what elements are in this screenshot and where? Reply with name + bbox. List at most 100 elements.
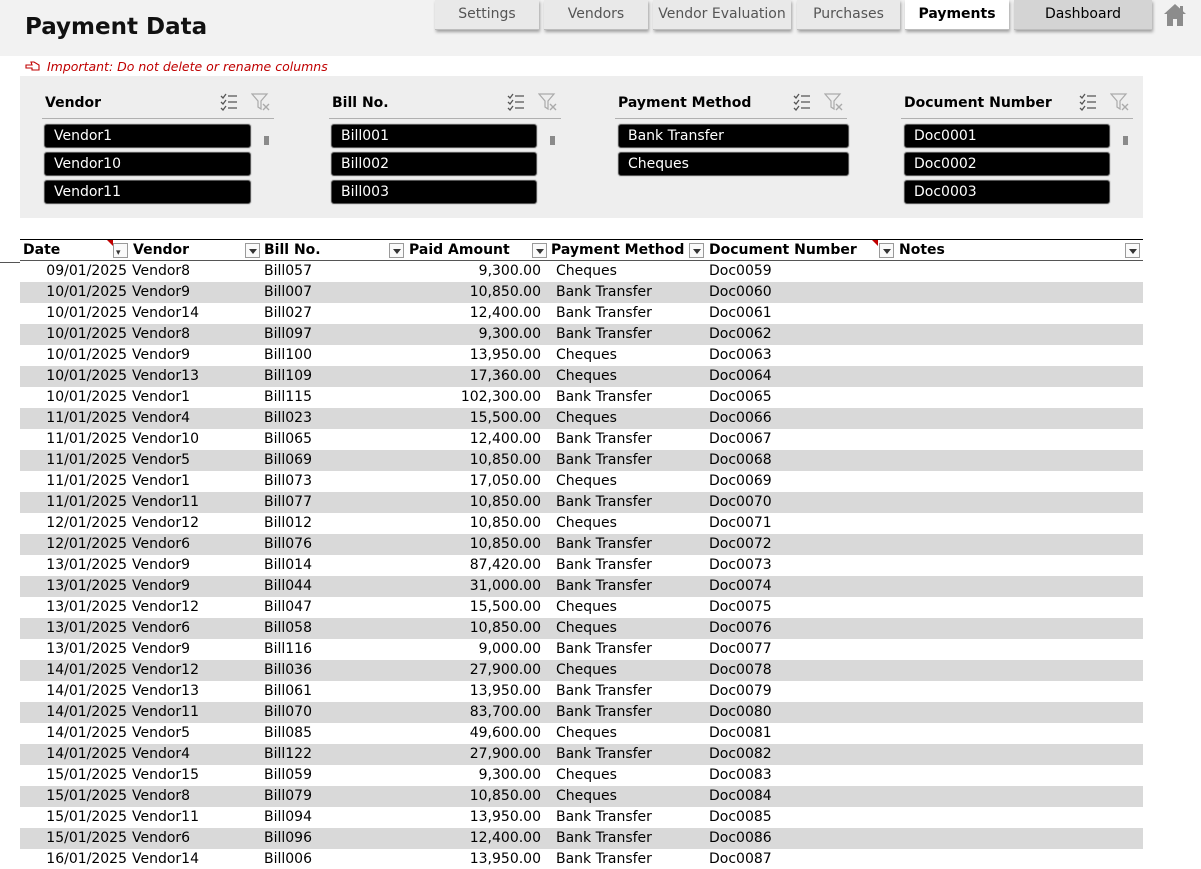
cell-vendor[interactable]: Vendor8 xyxy=(132,326,190,342)
cell-bill[interactable]: Bill094 xyxy=(264,809,312,825)
cell-payment-method[interactable]: Bank Transfer xyxy=(556,746,652,762)
cell-vendor[interactable]: Vendor9 xyxy=(132,284,190,300)
cell-notes[interactable] xyxy=(899,662,1139,679)
cell-paid-amount[interactable]: 27,900.00 xyxy=(400,662,541,678)
cell-vendor[interactable]: Vendor13 xyxy=(132,368,199,384)
cell-notes[interactable] xyxy=(899,788,1139,805)
table-row[interactable]: 11/01/2025 Vendor10 Bill065 12,400.00 Bank T… xyxy=(20,429,1143,450)
cell-payment-method[interactable]: Cheques xyxy=(556,347,617,363)
slicer-scrollbar[interactable] xyxy=(264,136,269,145)
slicer-scrollbar[interactable] xyxy=(1123,136,1128,145)
cell-paid-amount[interactable]: 49,600.00 xyxy=(400,725,541,741)
cell-payment-method[interactable]: Cheques xyxy=(556,662,617,678)
nav-payments-button[interactable]: Payments xyxy=(905,0,1009,30)
cell-paid-amount[interactable]: 87,420.00 xyxy=(400,557,541,573)
cell-date[interactable]: 15/01/2025 xyxy=(20,830,127,846)
cell-document-number[interactable]: Doc0059 xyxy=(709,263,772,279)
cell-document-number[interactable]: Doc0084 xyxy=(709,788,772,804)
cell-document-number[interactable]: Doc0074 xyxy=(709,578,772,594)
cell-document-number[interactable]: Doc0083 xyxy=(709,767,772,783)
cell-bill[interactable]: Bill073 xyxy=(264,473,312,489)
cell-date[interactable]: 10/01/2025 xyxy=(20,347,127,363)
cell-date[interactable]: 11/01/2025 xyxy=(20,452,127,468)
cell-notes[interactable] xyxy=(899,830,1139,847)
cell-date[interactable]: 14/01/2025 xyxy=(20,746,127,762)
table-row[interactable]: 14/01/2025 Vendor4 Bill122 27,900.00 Bank Tr… xyxy=(20,744,1143,765)
cell-vendor[interactable]: Vendor8 xyxy=(132,788,190,804)
cell-paid-amount[interactable]: 83,700.00 xyxy=(400,704,541,720)
cell-date[interactable]: 11/01/2025 xyxy=(20,410,127,426)
multi-select-icon[interactable] xyxy=(1078,92,1098,112)
cell-bill[interactable]: Bill059 xyxy=(264,767,312,783)
cell-bill[interactable]: Bill077 xyxy=(264,494,312,510)
cell-payment-method[interactable]: Cheques xyxy=(556,473,617,489)
cell-bill[interactable]: Bill076 xyxy=(264,536,312,552)
cell-paid-amount[interactable]: 12,400.00 xyxy=(400,431,541,447)
cell-document-number[interactable]: Doc0064 xyxy=(709,368,772,384)
table-row[interactable]: 11/01/2025 Vendor4 Bill023 15,500.00 Cheques… xyxy=(20,408,1143,429)
date-filter-dropdown[interactable] xyxy=(113,243,128,258)
nav-vendor-evaluation-button[interactable]: Vendor Evaluation xyxy=(653,0,791,30)
cell-vendor[interactable]: Vendor9 xyxy=(132,347,190,363)
cell-document-number[interactable]: Doc0069 xyxy=(709,473,772,489)
table-row[interactable]: 15/01/2025 Vendor6 Bill096 12,400.00 Bank Tr… xyxy=(20,828,1143,849)
cell-notes[interactable] xyxy=(899,389,1139,406)
cell-date[interactable]: 13/01/2025 xyxy=(20,599,127,615)
cell-paid-amount[interactable]: 10,850.00 xyxy=(400,620,541,636)
table-row[interactable]: 12/01/2025 Vendor12 Bill012 10,850.00 Cheque… xyxy=(20,513,1143,534)
cell-bill[interactable]: Bill007 xyxy=(264,284,312,300)
cell-notes[interactable] xyxy=(899,599,1139,616)
cell-document-number[interactable]: Doc0086 xyxy=(709,830,772,846)
cell-payment-method[interactable]: Bank Transfer xyxy=(556,494,652,510)
table-row[interactable]: 15/01/2025 Vendor8 Bill079 10,850.00 Cheques… xyxy=(20,786,1143,807)
cell-vendor[interactable]: Vendor5 xyxy=(132,725,190,741)
cell-document-number[interactable]: Doc0078 xyxy=(709,662,772,678)
cell-notes[interactable] xyxy=(899,452,1139,469)
multi-select-icon[interactable] xyxy=(219,92,239,112)
cell-document-number[interactable]: Doc0081 xyxy=(709,725,772,741)
cell-vendor[interactable]: Vendor9 xyxy=(132,578,190,594)
cell-date[interactable]: 13/01/2025 xyxy=(20,620,127,636)
table-row[interactable]: 14/01/2025 Vendor12 Bill036 27,900.00 Cheque… xyxy=(20,660,1143,681)
cell-notes[interactable] xyxy=(899,704,1139,721)
table-row[interactable]: 10/01/2025 Vendor13 Bill109 17,360.00 Cheque… xyxy=(20,366,1143,387)
cell-notes[interactable] xyxy=(899,515,1139,532)
cell-payment-method[interactable]: Cheques xyxy=(556,620,617,636)
cell-bill[interactable]: Bill044 xyxy=(264,578,312,594)
cell-notes[interactable] xyxy=(899,284,1139,301)
cell-vendor[interactable]: Vendor9 xyxy=(132,557,190,573)
cell-vendor[interactable]: Vendor12 xyxy=(132,599,199,615)
cell-date[interactable]: 12/01/2025 xyxy=(20,515,127,531)
cell-payment-method[interactable]: Bank Transfer xyxy=(556,641,652,657)
notes-filter-dropdown[interactable] xyxy=(1125,243,1140,258)
cell-bill[interactable]: Bill122 xyxy=(264,746,312,762)
cell-paid-amount[interactable]: 13,950.00 xyxy=(400,347,541,363)
table-row[interactable]: 11/01/2025 Vendor11 Bill077 10,850.00 Bank T… xyxy=(20,492,1143,513)
cell-notes[interactable] xyxy=(899,494,1139,511)
cell-bill[interactable]: Bill012 xyxy=(264,515,312,531)
clear-filter-icon[interactable] xyxy=(538,92,558,112)
table-row[interactable]: 14/01/2025 Vendor13 Bill061 13,950.00 Bank T… xyxy=(20,681,1143,702)
cell-document-number[interactable]: Doc0087 xyxy=(709,851,772,867)
cell-bill[interactable]: Bill047 xyxy=(264,599,312,615)
cell-bill[interactable]: Bill079 xyxy=(264,788,312,804)
cell-bill[interactable]: Bill116 xyxy=(264,641,312,657)
cell-paid-amount[interactable]: 13,950.00 xyxy=(400,851,541,867)
cell-date[interactable]: 10/01/2025 xyxy=(20,305,127,321)
cell-payment-method[interactable]: Bank Transfer xyxy=(556,431,652,447)
cell-paid-amount[interactable]: 9,300.00 xyxy=(400,263,541,279)
cell-bill[interactable]: Bill097 xyxy=(264,326,312,342)
cell-bill[interactable]: Bill096 xyxy=(264,830,312,846)
cell-date[interactable]: 10/01/2025 xyxy=(20,368,127,384)
cell-vendor[interactable]: Vendor11 xyxy=(132,704,199,720)
cell-notes[interactable] xyxy=(899,767,1139,784)
slicer-item[interactable]: Doc0002 xyxy=(904,152,1110,176)
cell-notes[interactable] xyxy=(899,473,1139,490)
cell-date[interactable]: 11/01/2025 xyxy=(20,494,127,510)
cell-document-number[interactable]: Doc0082 xyxy=(709,746,772,762)
cell-payment-method[interactable]: Cheques xyxy=(556,767,617,783)
cell-date[interactable]: 13/01/2025 xyxy=(20,557,127,573)
cell-bill[interactable]: Bill014 xyxy=(264,557,312,573)
slicer-item[interactable]: Vendor10 xyxy=(44,152,251,176)
cell-paid-amount[interactable]: 15,500.00 xyxy=(400,599,541,615)
